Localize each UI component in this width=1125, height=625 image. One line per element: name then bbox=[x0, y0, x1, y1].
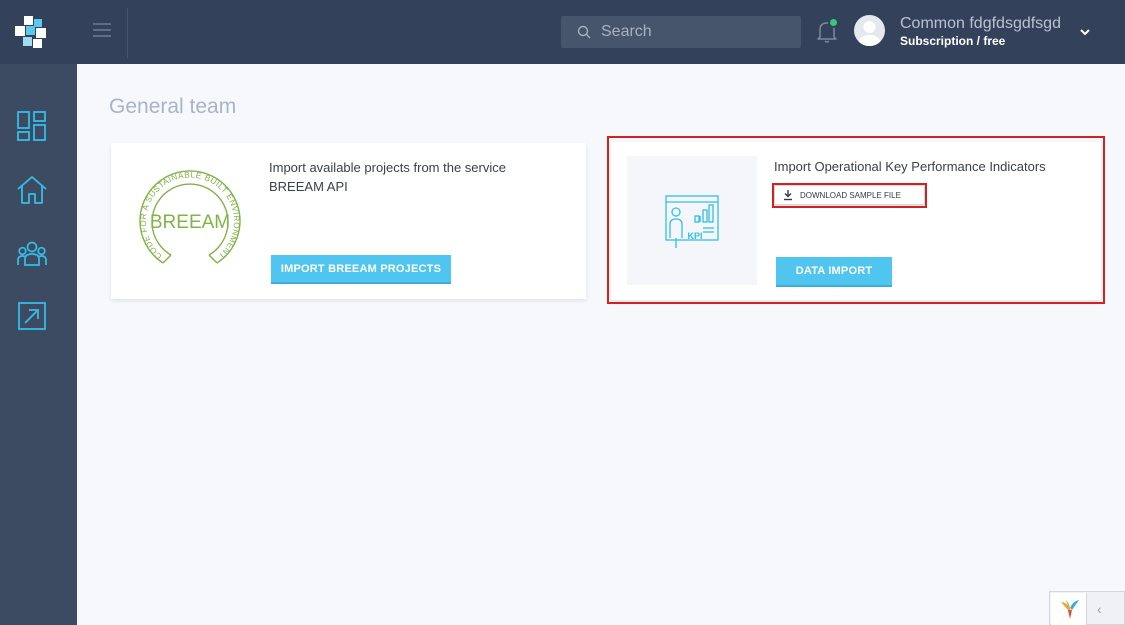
app-logo[interactable] bbox=[0, 0, 77, 64]
subscription-label: Subscription / free bbox=[900, 34, 1006, 48]
search-icon bbox=[577, 25, 591, 39]
yii-logo[interactable] bbox=[1051, 593, 1087, 625]
breeam-description-line1: Import available projects from the servi… bbox=[269, 160, 506, 175]
menu-divider bbox=[127, 8, 128, 58]
download-button-highlight bbox=[772, 183, 927, 208]
kpi-card-highlight bbox=[607, 136, 1105, 304]
team-icon[interactable] bbox=[16, 238, 48, 270]
search-input[interactable] bbox=[601, 16, 791, 48]
yii-logo-icon bbox=[1061, 600, 1079, 619]
home-icon[interactable] bbox=[16, 174, 48, 206]
svg-text:BREEAM: BREEAM bbox=[150, 212, 230, 233]
app-logo-icon bbox=[15, 16, 46, 48]
top-bar: Common fdgfdsgdfsgd Subscription / free bbox=[77, 0, 1125, 64]
dashboard-icon[interactable] bbox=[16, 110, 48, 142]
export-icon[interactable] bbox=[16, 300, 48, 332]
breeam-import-card: CODE FOR A SUSTAINABLE BUILT ENVIRONMENT… bbox=[111, 143, 586, 299]
notification-badge bbox=[828, 17, 839, 28]
collapse-toolbar-icon[interactable]: ‹ bbox=[1097, 601, 1102, 617]
search-box[interactable] bbox=[561, 16, 801, 48]
user-name[interactable]: Common fdgfdsgdfsgd bbox=[900, 15, 1061, 33]
avatar[interactable] bbox=[854, 15, 885, 46]
import-breeam-projects-button[interactable]: IMPORT BREEAM PROJECTS bbox=[271, 255, 451, 284]
breeam-description-line2: BREEAM API bbox=[269, 179, 348, 194]
user-avatar-icon bbox=[858, 21, 881, 46]
sidebar bbox=[0, 0, 77, 625]
hamburger-menu-icon[interactable] bbox=[90, 18, 114, 42]
debug-toolbar[interactable]: ‹ bbox=[1049, 591, 1125, 625]
page-title: General team bbox=[109, 95, 237, 118]
chevron-down-icon[interactable] bbox=[1077, 24, 1093, 40]
breeam-logo: CODE FOR A SUSTAINABLE BUILT ENVIRONMENT… bbox=[139, 170, 241, 264]
